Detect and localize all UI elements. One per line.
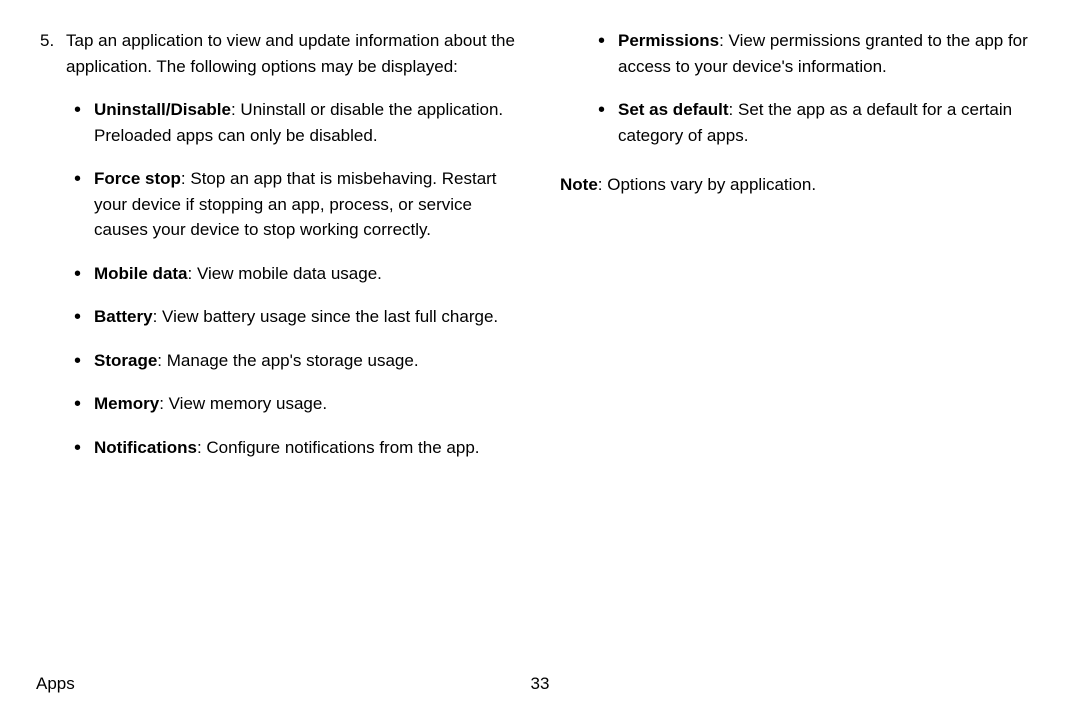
option-label: Memory (94, 394, 159, 413)
option-list-col2: Permissions: View permissions granted to… (560, 28, 1044, 148)
step-number: 5. (36, 28, 66, 79)
option-uninstall-disable: Uninstall/Disable: Uninstall or disable … (66, 97, 520, 148)
option-label: Force stop (94, 169, 181, 188)
step-text: Tap an application to view and update in… (66, 28, 520, 79)
note-label: Note (560, 175, 598, 194)
option-mobile-data: Mobile data: View mobile data usage. (66, 261, 520, 287)
note-text: : Options vary by application. (598, 175, 816, 194)
option-memory: Memory: View memory usage. (66, 391, 520, 417)
option-desc: : View mobile data usage. (188, 264, 382, 283)
column-left: 5. Tap an application to view and update… (36, 28, 520, 460)
footer-page-number: 33 (531, 671, 550, 697)
page-footer: Apps 33 (36, 671, 1044, 697)
option-desc: : View memory usage. (159, 394, 327, 413)
option-notifications: Notifications: Configure notifications f… (66, 435, 520, 461)
option-label: Mobile data (94, 264, 188, 283)
option-label: Battery (94, 307, 153, 326)
content-columns: 5. Tap an application to view and update… (36, 28, 1044, 460)
option-force-stop: Force stop: Stop an app that is misbehav… (66, 166, 520, 243)
option-desc: : Manage the app's storage usage. (157, 351, 418, 370)
note: Note: Options vary by application. (560, 172, 1044, 198)
option-label: Notifications (94, 438, 197, 457)
option-desc: : View battery usage since the last full… (153, 307, 499, 326)
option-desc: : Configure notifications from the app. (197, 438, 480, 457)
option-label: Permissions (618, 31, 719, 50)
option-label: Storage (94, 351, 157, 370)
option-label: Set as default (618, 100, 729, 119)
step-5: 5. Tap an application to view and update… (36, 28, 520, 79)
column-right: Permissions: View permissions granted to… (560, 28, 1044, 460)
footer-section-title: Apps (36, 671, 75, 697)
option-set-as-default: Set as default: Set the app as a default… (590, 97, 1044, 148)
option-list-col1: Uninstall/Disable: Uninstall or disable … (36, 97, 520, 460)
option-permissions: Permissions: View permissions granted to… (590, 28, 1044, 79)
option-label: Uninstall/Disable (94, 100, 231, 119)
option-battery: Battery: View battery usage since the la… (66, 304, 520, 330)
option-storage: Storage: Manage the app's storage usage. (66, 348, 520, 374)
